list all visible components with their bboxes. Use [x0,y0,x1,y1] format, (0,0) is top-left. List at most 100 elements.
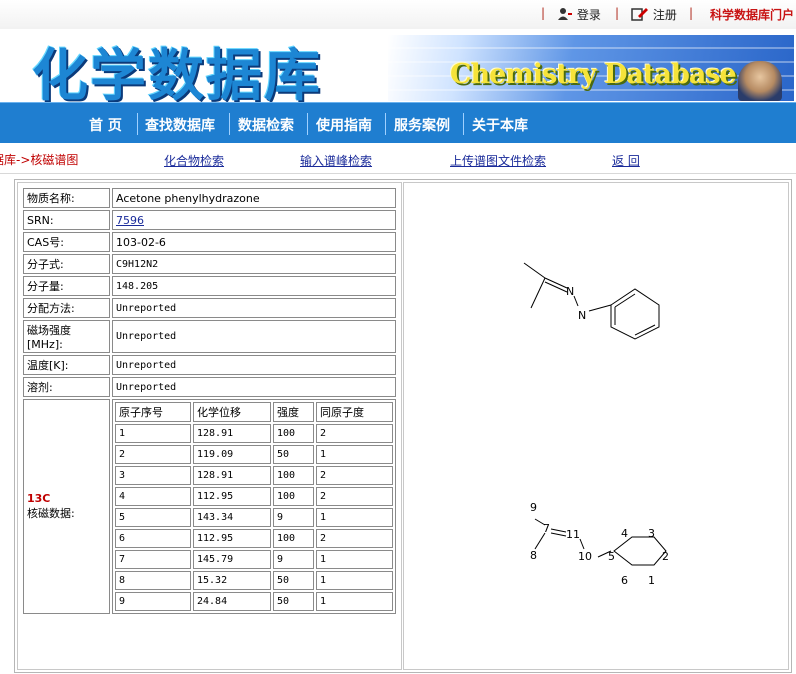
equivalence-cell: 2 [316,466,393,485]
back-link[interactable]: 返 回 [612,152,640,169]
name-label: 物质名称: [23,188,110,208]
table-row: SRN: 7596 [23,210,396,230]
nav-find-database[interactable]: 查找数据库 [145,115,215,135]
main-nav: 首 页 查找数据库 数据检索 使用指南 服务案例 关于本库 [0,102,796,145]
field-strength-label: 磁场强度[MHz]: [23,320,110,353]
table-row: 物质名称: Acetone phenylhydrazone [23,188,396,208]
nmr-table: 原子序号 化学位移 强度 同原子度 1 128.91 100 2 2 119.09 50 1 3… [113,400,395,613]
top-separator: | [689,6,694,20]
mw-label: 分子量: [23,276,110,296]
atom-N: N [578,309,586,322]
atom-number: 11 [566,528,580,541]
intensity-cell: 100 [273,529,314,548]
nmr-row: 6 112.95 100 2 [115,529,393,548]
atom-no-cell: 3 [115,466,191,485]
login-link[interactable]: 登录 [557,6,601,23]
numbered-structure-drawing: 9 7 11 8 10 4 3 5 2 6 1 [530,501,669,587]
solvent-label: 溶剂: [23,377,110,397]
user-icon [558,8,572,20]
col-equivalence: 同原子度 [316,402,393,422]
shift-cell: 112.95 [193,487,271,506]
intensity-cell: 100 [273,424,314,443]
atom-number: 3 [648,527,655,540]
table-row: 分子量: 148.205 [23,276,396,296]
atom-no-cell: 6 [115,529,191,548]
shift-cell: 24.84 [193,592,271,611]
compound-info-panel: 物质名称: Acetone phenylhydrazone SRN: 7596 … [17,182,402,670]
register-link[interactable]: 注册 [631,6,677,23]
atom-number: 9 [530,501,537,514]
atom-number: 10 [578,550,592,563]
compound-info-table: 物质名称: Acetone phenylhydrazone SRN: 7596 … [21,186,398,616]
col-atom-no: 原子序号 [115,402,191,422]
nav-service-cases[interactable]: 服务案例 [394,115,450,135]
srn-value: 7596 [112,210,396,230]
cas-label: CAS号: [23,232,110,252]
nav-guide[interactable]: 使用指南 [316,115,372,135]
atom-number: 6 [621,574,628,587]
atom-number: 7 [543,522,550,535]
equivalence-cell: 2 [316,529,393,548]
nav-data-search[interactable]: 数据检索 [238,115,294,135]
formula-value: C9H12N2 [112,254,396,274]
intensity-cell: 50 [273,592,314,611]
atom-number: 1 [648,574,655,587]
nav-home[interactable]: 首 页 [89,115,122,135]
equivalence-cell: 1 [316,592,393,611]
intensity-cell: 50 [273,571,314,590]
english-title: Chemistry Database [450,59,737,90]
atom-no-cell: 4 [115,487,191,506]
equivalence-cell: 1 [316,508,393,527]
structure-drawing: N N [523,262,660,340]
compound-search-link[interactable]: 化合物检索 [164,152,224,169]
nmr-row: 9 24.84 50 1 [115,592,393,611]
nmr-data-label: 13C 核磁数据: [23,399,110,614]
equivalence-cell: 1 [316,550,393,569]
shift-cell: 15.32 [193,571,271,590]
nmr-table-cell: 原子序号 化学位移 强度 同原子度 1 128.91 100 2 2 119.09 50 1 3… [112,399,396,614]
col-intensity: 强度 [273,402,314,422]
atom-no-cell: 2 [115,445,191,464]
table-row: 溶剂: Unreported [23,377,396,397]
edit-icon [631,8,648,21]
col-shift: 化学位移 [193,402,271,422]
table-row: 13C 核磁数据: 原子序号 化学位移 强度 同原子度 1 128.91 100 2 2… [23,399,396,614]
nmr-row: 5 143.34 9 1 [115,508,393,527]
field-strength-value: Unreported [112,320,396,353]
mw-value: 148.205 [112,276,396,296]
upload-spectrum-search-link[interactable]: 上传谱图文件检索 [450,152,546,169]
temperature-value: Unreported [112,355,396,375]
nmr-body: 1 128.91 100 2 2 119.09 50 1 3 128.91 100 2 4 112.95 1… [115,424,393,611]
equivalence-cell: 2 [316,487,393,506]
nmr-header-row: 原子序号 化学位移 强度 同原子度 [115,402,393,422]
portal-link[interactable]: 科学数据库门户 [710,6,794,23]
formula-label: 分子式: [23,254,110,274]
intensity-cell: 9 [273,550,314,569]
intensity-cell: 9 [273,508,314,527]
table-row: 温度[K]: Unreported [23,355,396,375]
shift-cell: 143.34 [193,508,271,527]
nmr-row: 8 15.32 50 1 [115,571,393,590]
cas-value: 103-02-6 [112,232,396,252]
top-separator: | [615,6,620,20]
atom-no-cell: 8 [115,571,191,590]
nav-about[interactable]: 关于本库 [472,115,528,135]
nmr-row: 4 112.95 100 2 [115,487,393,506]
peak-search-link[interactable]: 输入谱峰检索 [300,152,372,169]
equivalence-cell: 1 [316,571,393,590]
intensity-cell: 100 [273,487,314,506]
srn-link[interactable]: 7596 [116,214,144,227]
login-label: 登录 [576,8,601,22]
nmr-row: 7 145.79 9 1 [115,550,393,569]
temperature-label: 温度[K]: [23,355,110,375]
table-row: 分配方法: Unreported [23,298,396,318]
intensity-cell: 100 [273,466,314,485]
top-bar: | 登录 | 注册 | 科学数据库门户 [0,0,796,30]
atom-number: 2 [662,550,669,563]
nmr-row: 3 128.91 100 2 [115,466,393,485]
assignment-method-value: Unreported [112,298,396,318]
nmr-row: 1 128.91 100 2 [115,424,393,443]
nucleus-label: 13C [27,492,51,505]
nmr-data-text: 核磁数据: [27,507,75,520]
atom-no-cell: 5 [115,508,191,527]
